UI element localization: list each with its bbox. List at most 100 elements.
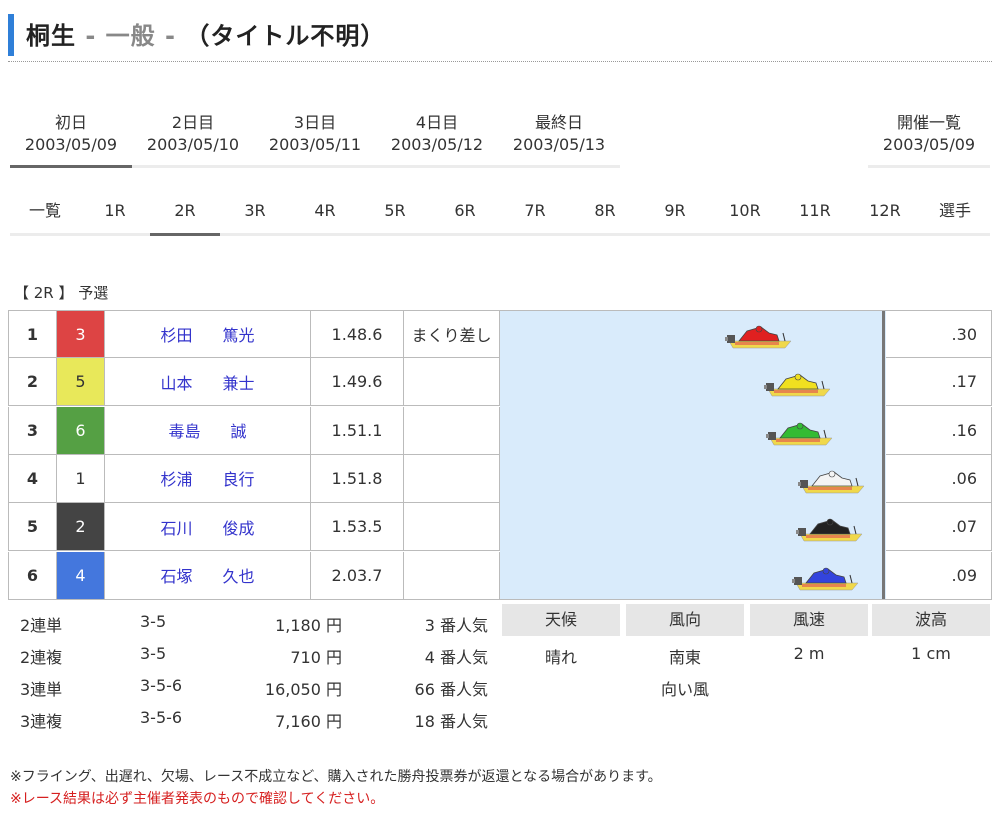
race-tab-2r[interactable]: 2R	[150, 198, 220, 236]
wind-relation: 向い風	[660, 680, 709, 699]
winning-technique	[404, 406, 500, 455]
start-timing: .17	[886, 358, 992, 407]
lane-number: 1	[57, 454, 105, 503]
race-tab-1r[interactable]: 1R	[80, 198, 150, 236]
race-tab-3r[interactable]: 3R	[220, 198, 290, 236]
race-tab-12r[interactable]: 12R	[850, 198, 920, 236]
race-time: 2.03.7	[311, 551, 404, 600]
race-time: 1.51.1	[311, 406, 404, 455]
day-tab-indicator	[868, 165, 990, 168]
lane-number: 6	[57, 406, 105, 455]
racer-surname: 杉田	[160, 326, 193, 345]
race-tab-11r[interactable]: 11R	[780, 198, 850, 236]
day-tab-date: 2003/05/09	[24, 135, 118, 154]
payout-amount: 16,050 円	[264, 680, 342, 699]
refund-note: ※フライング、出遅れ、欠場、レース不成立など、購入された勝舟投票券が返還となる場…	[10, 769, 662, 785]
racer-name[interactable]: 石塚 久也	[105, 551, 311, 600]
race-tab-10r[interactable]: 10R	[710, 198, 780, 236]
day-tab-2[interactable]: 2日目 2003/05/10	[132, 112, 254, 168]
day-tab-schedule-list[interactable]: 開催一覧 2003/05/09	[868, 112, 990, 168]
bet-type: 3連単	[20, 680, 63, 699]
finish-rank: 6	[8, 551, 57, 600]
lane-number: 2	[57, 503, 105, 552]
result-row: 3 6 毒島 誠 1.51.1 .16	[8, 406, 992, 455]
wind-direction-value: 南東	[668, 648, 701, 667]
race-tab-9r[interactable]: 9R	[640, 198, 710, 236]
finish-rank: 1	[8, 310, 57, 358]
lane-number: 5	[57, 358, 105, 407]
notes: ※フライング、出遅れ、欠場、レース不成立など、購入された勝舟投票券が返還となる場…	[10, 766, 662, 810]
popularity-rank: 3 番人気	[424, 616, 488, 635]
day-tabs: 初日 2003/05/09 2日目 2003/05/10 3日目 2003/05…	[10, 112, 990, 168]
racer-given-name: 誠	[230, 422, 247, 442]
race-tab-4r[interactable]: 4R	[290, 198, 360, 236]
results-table: 1 3 杉田 篤光 1.48.6 まくり差し .30 2 5 山本 兼士 1.49.6.17 3 6 毒島誠…	[8, 310, 992, 600]
race-grade: 一般	[105, 22, 156, 50]
race-title: （タイトル不明）	[185, 22, 386, 50]
day-tab-label: 3日目	[293, 113, 337, 132]
racer-name[interactable]: 石川 俊成	[105, 503, 311, 552]
page-title: 桐生 - 一般 - （タイトル不明）	[26, 16, 385, 51]
day-tab-indicator	[254, 165, 376, 168]
race-tabs: 一覧 1R 2R 3R 4R 5R 6R 7R 8R 9R 10R 11R 12…	[10, 198, 990, 236]
result-row: 2 5 山本 兼士 1.49.6 .17	[8, 358, 992, 407]
start-timing: .07	[886, 503, 992, 552]
racer-surname: 石塚	[160, 567, 193, 586]
bet-type: 2連複	[20, 648, 63, 667]
popularity-rank: 4 番人気	[424, 648, 488, 667]
venue-name: 桐生	[26, 22, 76, 50]
race-time: 1.51.8	[311, 454, 404, 503]
day-tab-1[interactable]: 初日 2003/05/09	[10, 112, 132, 168]
start-timing: .09	[886, 551, 992, 600]
racer-name[interactable]: 杉田 篤光	[105, 310, 311, 358]
day-tab-4[interactable]: 4日目 2003/05/12	[376, 112, 498, 168]
bet-combination: 3-5-6	[140, 708, 183, 727]
racer-surname: 石川	[160, 518, 193, 538]
day-tab-date: 2003/05/09	[882, 135, 976, 154]
day-tab-indicator	[498, 165, 620, 168]
racer-name[interactable]: 杉浦 良行	[105, 454, 311, 503]
day-tab-date: 2003/05/13	[512, 135, 606, 154]
racer-name[interactable]: 山本 兼士	[105, 358, 311, 407]
page-header: 桐生 - 一般 - （タイトル不明）	[8, 10, 992, 62]
title-separator: -	[76, 22, 106, 50]
race-tab-8r[interactable]: 8R	[570, 198, 640, 236]
title-separator: -	[155, 22, 186, 50]
wave-height-value: 1 cm	[911, 644, 951, 663]
finish-rank: 5	[8, 503, 57, 552]
result-row: 1 3 杉田 篤光 1.48.6 まくり差し .30	[8, 310, 992, 358]
day-tab-3[interactable]: 3日目 2003/05/11	[254, 112, 376, 168]
weather-header: 天候	[502, 604, 620, 636]
payout-row: 3連複 3-5-6 7,160 円 18 番人気	[20, 704, 500, 736]
payout-amount: 7,160 円	[275, 712, 342, 731]
race-time: 1.49.6	[311, 358, 404, 407]
payout-amount: 710 円	[290, 648, 342, 667]
race-tab-5r[interactable]: 5R	[360, 198, 430, 236]
race-tab-list[interactable]: 一覧	[10, 198, 80, 236]
wind-speed-value: 2 m	[793, 644, 825, 663]
lane-number: 4	[57, 551, 105, 600]
winning-technique	[404, 503, 500, 552]
racer-surname: 毒島	[168, 422, 201, 442]
bet-combination: 3-5	[140, 644, 167, 663]
racer-name[interactable]: 毒島 誠	[105, 406, 311, 455]
wind-direction-header: 風向	[626, 604, 744, 636]
payout-row: 3連単 3-5-6 16,050 円 66 番人気	[20, 672, 500, 704]
race-tab-racers[interactable]: 選手	[920, 198, 990, 236]
weather-value: 晴れ	[544, 648, 577, 667]
header-accent-bar	[8, 14, 14, 56]
bet-type: 3連複	[20, 712, 63, 731]
race-tab-6r[interactable]: 6R	[430, 198, 500, 236]
racer-surname: 杉浦	[160, 470, 193, 490]
day-tab-label: 最終日	[534, 113, 583, 132]
start-timing: .16	[886, 406, 992, 455]
day-tab-label: 4日目	[415, 113, 459, 132]
result-row: 6 4 石塚 久也 2.03.7 .09	[8, 551, 992, 600]
day-tab-date: 2003/05/11	[268, 135, 362, 154]
racer-given-name: 兼士	[222, 373, 255, 393]
winning-technique	[404, 551, 500, 600]
start-timing: .06	[886, 454, 992, 503]
race-tab-7r[interactable]: 7R	[500, 198, 570, 236]
day-tab-final[interactable]: 最終日 2003/05/13	[498, 112, 620, 168]
payouts-table: 2連単 3-5 1,180 円 3 番人気 2連複 3-5 710 円 4 番人…	[20, 608, 500, 736]
